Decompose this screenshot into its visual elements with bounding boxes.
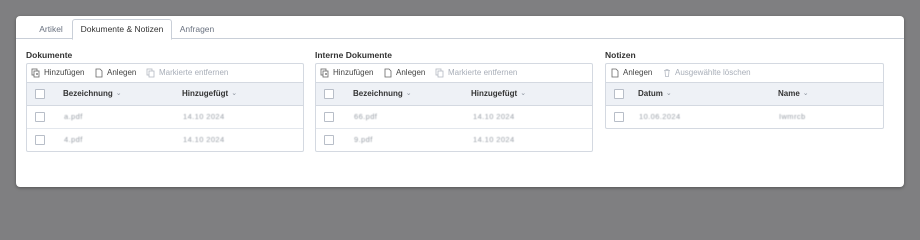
select-all-checkbox[interactable] xyxy=(324,89,334,99)
remove-label: Markierte entfernen xyxy=(448,68,518,77)
cell-date: 14.10 2024 xyxy=(473,112,515,121)
column-label: Hinzugefügt xyxy=(471,89,518,98)
table-row[interactable]: 4.pdf 14.10 2024 xyxy=(27,129,303,151)
cell-name: a.pdf xyxy=(64,112,83,121)
column-header-hinzugefuegt[interactable]: Hinzugefügt ⌄ xyxy=(182,83,237,105)
select-all-checkbox[interactable] xyxy=(614,89,624,99)
remove-files-icon xyxy=(435,68,445,78)
toolbar: Anlegen Ausgewählte löschen xyxy=(606,64,883,83)
table-row[interactable]: 10.06.2024 Iwmrcb xyxy=(606,106,883,128)
new-document-icon xyxy=(94,68,104,78)
delete-label: Ausgewählte löschen xyxy=(675,68,751,77)
section-dokumente: Dokumente Hinzufügen Anlegen Markierte e… xyxy=(26,49,304,152)
toolbar: Hinzufügen Anlegen Markierte entfernen xyxy=(316,64,592,83)
select-all-checkbox[interactable] xyxy=(35,89,45,99)
column-header-datum[interactable]: Datum ⌄ xyxy=(638,83,672,105)
new-document-icon xyxy=(383,68,393,78)
section-title: Notizen xyxy=(605,50,636,60)
column-label: Hinzugefügt xyxy=(182,89,229,98)
table-header: Bezeichnung ⌄ Hinzugefügt ⌄ xyxy=(27,83,303,106)
column-label: Datum xyxy=(638,89,663,98)
tab-artikel[interactable]: Artikel xyxy=(30,20,72,38)
cell-name: 4.pdf xyxy=(64,135,83,144)
remove-marked-button[interactable]: Markierte entfernen xyxy=(435,64,517,82)
section-title: Interne Dokumente xyxy=(315,50,392,60)
cell-date: 14.10 2024 xyxy=(473,135,515,144)
create-label: Anlegen xyxy=(107,68,137,77)
table-header: Bezeichnung ⌄ Hinzugefügt ⌄ xyxy=(316,83,592,106)
section-notizen: Notizen Anlegen Ausgewählte löschen Datu… xyxy=(605,49,885,129)
tab-bar: Artikel Dokumente & Notizen Anfragen xyxy=(16,16,904,40)
section-title: Dokumente xyxy=(26,50,73,60)
add-button[interactable]: Hinzufügen xyxy=(320,64,373,82)
table-row[interactable]: 9.pdf 14.10 2024 xyxy=(316,129,592,151)
add-files-icon xyxy=(31,68,41,78)
chevron-down-icon: ⌄ xyxy=(802,90,809,97)
remove-files-icon xyxy=(146,68,156,78)
remove-label: Markierte entfernen xyxy=(159,68,229,77)
table-row[interactable]: 66.pdf 14.10 2024 xyxy=(316,106,592,129)
cell-name: Iwmrcb xyxy=(779,112,806,121)
column-header-hinzugefuegt[interactable]: Hinzugefügt ⌄ xyxy=(471,83,526,105)
notizen-panel: Anlegen Ausgewählte löschen Datum ⌄ Name ⌄ xyxy=(605,63,884,129)
section-interne-dokumente: Interne Dokumente Hinzufügen Anlegen Mar… xyxy=(315,49,593,152)
trash-icon xyxy=(662,68,672,78)
create-button[interactable]: Anlegen xyxy=(94,64,136,82)
delete-selected-button[interactable]: Ausgewählte löschen xyxy=(662,64,751,82)
column-header-name[interactable]: Name ⌄ xyxy=(778,83,809,105)
dokumente-panel: Hinzufügen Anlegen Markierte entfernen B… xyxy=(26,63,304,152)
chevron-down-icon: ⌄ xyxy=(405,90,412,97)
column-label: Bezeichnung xyxy=(63,89,113,98)
remove-marked-button[interactable]: Markierte entfernen xyxy=(146,64,228,82)
create-button[interactable]: Anlegen xyxy=(610,64,652,82)
row-checkbox[interactable] xyxy=(614,112,624,122)
main-card: Artikel Dokumente & Notizen Anfragen Dok… xyxy=(16,16,904,187)
create-label: Anlegen xyxy=(623,68,653,77)
tab-anfragen[interactable]: Anfragen xyxy=(174,20,220,38)
chevron-down-icon: ⌄ xyxy=(231,90,238,97)
tab-dokumente-notizen[interactable]: Dokumente & Notizen xyxy=(72,19,172,40)
column-label: Bezeichnung xyxy=(353,89,403,98)
row-checkbox[interactable] xyxy=(35,112,45,122)
toolbar: Hinzufügen Anlegen Markierte entfernen xyxy=(27,64,303,83)
add-button[interactable]: Hinzufügen xyxy=(31,64,84,82)
chevron-down-icon: ⌄ xyxy=(115,90,122,97)
row-checkbox[interactable] xyxy=(35,135,45,145)
table-header: Datum ⌄ Name ⌄ xyxy=(606,83,883,106)
new-document-icon xyxy=(610,68,620,78)
chevron-down-icon: ⌄ xyxy=(665,90,672,97)
add-files-icon xyxy=(320,68,330,78)
add-label: Hinzufügen xyxy=(333,68,374,77)
cell-name: 9.pdf xyxy=(354,135,373,144)
chevron-down-icon: ⌄ xyxy=(520,90,527,97)
cell-name: 66.pdf xyxy=(354,112,378,121)
cell-date: 14.10 2024 xyxy=(183,135,225,144)
add-label: Hinzufügen xyxy=(44,68,85,77)
column-label: Name xyxy=(778,89,800,98)
cell-date: 14.10 2024 xyxy=(183,112,225,121)
cell-date: 10.06.2024 xyxy=(639,112,681,121)
interne-panel: Hinzufügen Anlegen Markierte entfernen B… xyxy=(315,63,593,152)
table-row[interactable]: a.pdf 14.10 2024 xyxy=(27,106,303,129)
row-checkbox[interactable] xyxy=(324,112,334,122)
column-header-bezeichnung[interactable]: Bezeichnung ⌄ xyxy=(63,83,122,105)
row-checkbox[interactable] xyxy=(324,135,334,145)
create-button[interactable]: Anlegen xyxy=(383,64,425,82)
column-header-bezeichnung[interactable]: Bezeichnung ⌄ xyxy=(353,83,412,105)
create-label: Anlegen xyxy=(396,68,426,77)
